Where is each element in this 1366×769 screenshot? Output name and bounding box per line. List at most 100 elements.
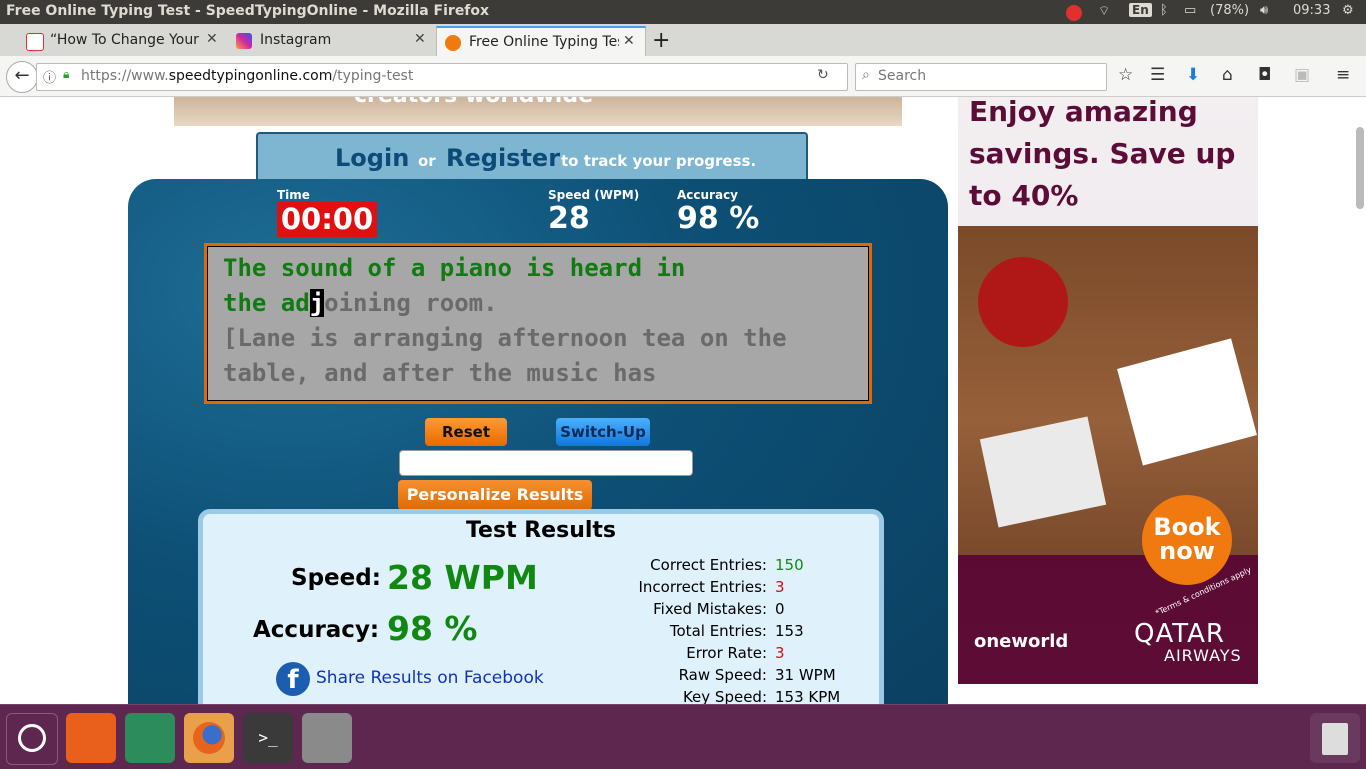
pocket-icon[interactable]: ◘ xyxy=(1258,65,1271,85)
home-icon[interactable]: ⌂ xyxy=(1222,65,1233,85)
close-icon[interactable]: ✕ xyxy=(206,31,218,47)
keyboard-layout-indicator[interactable]: En xyxy=(1129,3,1152,17)
passage-line-4: table, and after the music has xyxy=(223,359,657,387)
unity-launcher: >_ xyxy=(0,704,1366,769)
result-detail-label: Incorrect Entries: xyxy=(638,578,767,596)
typed-text: The sound of a piano is heard in xyxy=(223,254,686,282)
ad-headline: Enjoy amazing savings. Save up to 40% xyxy=(969,97,1236,212)
info-icon[interactable]: ⓘ xyxy=(43,67,56,86)
close-icon[interactable]: ✕ xyxy=(414,31,426,47)
reset-button[interactable]: Reset xyxy=(425,418,507,446)
menu-hamburger-icon[interactable]: ≡ xyxy=(1336,65,1350,85)
power-gear-icon[interactable]: ⚙ xyxy=(1342,3,1354,18)
passage-line-2: the adjoining room. xyxy=(223,289,498,317)
typing-passage-box[interactable]: The sound of a piano is heard in the adj… xyxy=(204,243,872,404)
result-detail-label: Key Speed: xyxy=(682,688,767,704)
downloads-icon[interactable]: ⬇ xyxy=(1186,65,1200,85)
results-speed-label: Speed: xyxy=(291,565,381,591)
reload-icon[interactable]: ↻ xyxy=(817,67,829,83)
results-accuracy-value: 98 % xyxy=(387,609,478,648)
result-detail-label: Raw Speed: xyxy=(678,666,767,684)
results-title: Test Results xyxy=(465,518,617,543)
track-progress-text: to track your progress. xyxy=(561,152,757,170)
tab-typing-test[interactable]: Free Online Typing Tes ✕ xyxy=(436,26,646,58)
battery-icon[interactable]: ▭ xyxy=(1184,3,1196,18)
accuracy-value: 98 % xyxy=(677,201,760,236)
pending-text: oining room. xyxy=(324,289,498,317)
reading-list-icon[interactable]: ☰ xyxy=(1150,65,1165,85)
result-detail-value: 153 xyxy=(775,622,804,640)
url-prefix: https://www. xyxy=(81,68,169,84)
result-detail-label: Fixed Mistakes: xyxy=(653,600,767,618)
bookmark-star-icon[interactable]: ☆ xyxy=(1118,65,1133,85)
results-speed-value: 28 WPM xyxy=(387,558,538,597)
file-cabinet-icon[interactable] xyxy=(302,713,352,763)
results-accuracy-label: Accuracy: xyxy=(253,617,380,643)
result-detail-value: 153 KPM xyxy=(775,688,841,704)
instagram-icon xyxy=(236,33,252,49)
qatar-airways-ad[interactable]: Enjoy amazing savings. Save up to 40% Bo… xyxy=(958,97,1258,684)
result-detail-label: Correct Entries: xyxy=(650,556,767,574)
ad-photos-image xyxy=(979,416,1107,528)
result-detail-label: Total Entries: xyxy=(669,622,767,640)
result-detail-label: Error Rate: xyxy=(686,644,767,662)
speed-value: 28 xyxy=(548,201,590,236)
result-detail-value: 0 xyxy=(775,600,785,618)
tab-label: “How To Change Your xyxy=(50,32,199,48)
no-entry-icon[interactable] xyxy=(1066,3,1082,23)
speed-label: Speed (WPM) xyxy=(548,188,640,202)
time-label: Time xyxy=(277,188,310,202)
time-value: 00:00 xyxy=(277,202,377,237)
pencil-app-icon[interactable] xyxy=(66,713,116,763)
navigation-bar: ← ⓘ 🔒︎ https://www.speedtypingonline.com… xyxy=(0,56,1366,97)
search-placeholder: Search xyxy=(878,68,927,84)
page-scrollbar-thumb[interactable] xyxy=(1356,127,1364,209)
trash-icon[interactable] xyxy=(1310,713,1360,763)
new-tab-plus-icon[interactable]: + xyxy=(652,28,670,53)
url-domain: speedtypingonline.com xyxy=(168,68,333,84)
typing-test-panel: Time 00:00 Speed (WPM) 28 Accuracy 98 % … xyxy=(128,179,948,704)
search-icon: ⌕ xyxy=(862,67,870,83)
result-detail-value: 3 xyxy=(775,578,785,596)
speedtyping-favicon-icon xyxy=(445,35,461,51)
bluetooth-icon[interactable]: ᛒ xyxy=(1160,3,1168,18)
volume-icon[interactable]: 🔊︎ xyxy=(1260,3,1268,18)
personalize-results-button[interactable]: Personalize Results xyxy=(398,480,592,510)
tab-gmail[interactable]: “How To Change Your ✕ xyxy=(18,26,228,56)
wifi-icon[interactable]: ⌔ xyxy=(1098,3,1110,19)
tab-strip: “How To Change Your ✕ Instagram ✕ Free O… xyxy=(0,24,1366,58)
web-page: creators worldwide Login or Register to … xyxy=(0,97,1366,704)
share-facebook-link[interactable]: Share Results on Facebook xyxy=(316,668,544,688)
book-now-button[interactable]: Book now xyxy=(1142,495,1232,585)
typed-text: the ad xyxy=(223,289,310,317)
ubuntu-dash-icon[interactable] xyxy=(6,713,58,765)
test-results-panel: Test Results Speed: 28 WPM Accuracy: 98 … xyxy=(198,509,884,704)
window-title: Free Online Typing Test - SpeedTypingOnl… xyxy=(6,3,490,19)
search-input[interactable]: ⌕ Search xyxy=(855,63,1107,91)
typing-cursor: j xyxy=(309,289,325,317)
close-icon[interactable]: ✕ xyxy=(623,33,635,49)
url-bar[interactable]: ⓘ 🔒︎ https://www.speedtypingonline.com/t… xyxy=(36,63,848,91)
battery-percentage[interactable]: (78%) xyxy=(1210,3,1249,18)
typing-input[interactable] xyxy=(399,450,693,476)
terminal-icon[interactable]: >_ xyxy=(243,713,293,763)
clock[interactable]: 09:33 xyxy=(1293,3,1330,18)
facebook-icon[interactable]: f xyxy=(276,662,310,696)
top-banner-ad[interactable]: creators worldwide xyxy=(174,97,902,126)
extension-icon[interactable]: ▣ xyxy=(1294,65,1310,85)
ad-photo-frame-image xyxy=(1117,338,1257,466)
qatar-logo-top: QATAR xyxy=(1134,619,1225,649)
tab-label: Free Online Typing Tes xyxy=(469,34,619,50)
firefox-icon[interactable] xyxy=(184,713,234,763)
switch-up-button[interactable]: Switch-Up xyxy=(556,418,650,446)
passage-line-3: [Lane is arranging afternoon tea on the xyxy=(223,324,787,352)
result-detail-value: 31 WPM xyxy=(775,666,836,684)
login-link[interactable]: Login xyxy=(335,144,409,172)
register-link[interactable]: Register xyxy=(446,144,560,172)
atom-editor-icon[interactable] xyxy=(125,713,175,763)
tab-instagram[interactable]: Instagram ✕ xyxy=(228,26,434,56)
back-arrow-icon[interactable]: ← xyxy=(6,61,38,93)
gmail-icon xyxy=(26,33,44,51)
ad-roses-image xyxy=(978,257,1068,347)
lock-icon: 🔒︎ xyxy=(63,67,70,81)
